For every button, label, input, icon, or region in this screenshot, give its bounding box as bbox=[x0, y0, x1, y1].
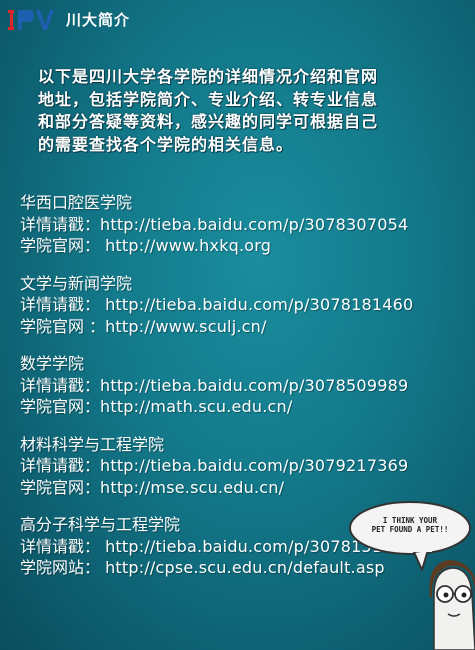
college-entry: 材料科学与工程学院 详情请戳：http://tieba.baidu.com/p/… bbox=[20, 434, 470, 499]
detail-label: 详情请戳： bbox=[20, 456, 101, 475]
site-link[interactable]: http://www.hxkq.org bbox=[105, 236, 271, 255]
college-name: 文学与新闻学院 bbox=[20, 273, 133, 293]
site-link[interactable]: http://mse.scu.edu.cn/ bbox=[100, 478, 284, 497]
site-label: 学院官网： bbox=[20, 236, 106, 255]
header-title: 川大简介 bbox=[66, 11, 131, 29]
site-link[interactable]: http://www.sculj.cn/ bbox=[105, 317, 266, 336]
intro-line: 地址，包括学院简介、专业介绍、转专业信息 bbox=[38, 89, 379, 109]
bubble-line: I THINK YOUR bbox=[382, 516, 438, 525]
detail-link[interactable]: http://tieba.baidu.com/p/3078509989 bbox=[100, 376, 408, 395]
site-label: 学院官网 ： bbox=[20, 316, 106, 336]
site-row: 学院官网 ：http://www.sculj.cn/ bbox=[20, 316, 470, 338]
intro-line: 和部分答疑等资料，感兴趣的同学可根据自己 bbox=[38, 112, 379, 131]
detail-row: 详情请戳：http://tieba.baidu.com/p/3079217369 bbox=[20, 455, 470, 477]
bubble-line: PET FOUND A PET!! bbox=[371, 525, 449, 534]
detail-link[interactable]: http://tieba.baidu.com/p/3078307054 bbox=[100, 215, 408, 234]
header-bar: 川大简介 bbox=[0, 0, 475, 38]
intro-line: 以下是四川大学各学院的详细情况介绍和官网 bbox=[38, 67, 379, 86]
speech-bubble-text: I THINK YOUR PET FOUND A PET!! bbox=[356, 516, 464, 534]
detail-label: 详情请戳： bbox=[20, 536, 106, 556]
college-entry: 华西口腔医学院 详情请戳：http://tieba.baidu.com/p/30… bbox=[20, 192, 470, 257]
college-name: 材料科学与工程学院 bbox=[20, 434, 165, 454]
college-entry: 数学学院 详情请戳：http://tieba.baidu.com/p/30785… bbox=[20, 353, 470, 418]
detail-link[interactable]: http://tieba.baidu.com/p/3078181460 bbox=[105, 295, 413, 314]
ipv-logo-icon bbox=[8, 10, 54, 30]
detail-label: 详情请戳： bbox=[20, 375, 101, 395]
detail-label: 详情请戳： bbox=[20, 295, 106, 314]
intro-paragraph: 以下是四川大学各学院的详细情况介绍和官网 地址，包括学院简介、专业介绍、转专业信… bbox=[38, 66, 438, 156]
site-row: 学院官网：http://math.scu.edu.cn/ bbox=[20, 396, 470, 418]
detail-link[interactable]: http://tieba.baidu.com/p/3079217369 bbox=[100, 456, 408, 475]
site-label: 学院官网： bbox=[20, 397, 101, 416]
detail-label: 详情请戳： bbox=[20, 214, 101, 234]
intro-line: 的需要查找各个学院的相关信息。 bbox=[38, 134, 294, 154]
college-name: 数学学院 bbox=[20, 354, 85, 373]
site-label: 学院官网： bbox=[20, 477, 101, 497]
detail-row: 详情请戳：http://tieba.baidu.com/p/3078307054 bbox=[20, 214, 470, 236]
site-link[interactable]: http://math.scu.edu.cn/ bbox=[100, 397, 292, 416]
site-row: 学院官网：http://mse.scu.edu.cn/ bbox=[20, 477, 470, 499]
site-link[interactable]: http://cpse.scu.edu.cn/default.asp bbox=[105, 558, 385, 577]
detail-row: 详情请戳：http://tieba.baidu.com/p/3078509989 bbox=[20, 375, 470, 397]
college-name: 华西口腔医学院 bbox=[20, 193, 133, 212]
college-entry: 文学与新闻学院 详情请戳： http://tieba.baidu.com/p/3… bbox=[20, 273, 470, 338]
detail-row: 详情请戳： http://tieba.baidu.com/p/307818146… bbox=[20, 294, 470, 316]
site-label: 学院网站： bbox=[20, 558, 106, 577]
site-row: 学院官网： http://www.hxkq.org bbox=[20, 235, 470, 257]
